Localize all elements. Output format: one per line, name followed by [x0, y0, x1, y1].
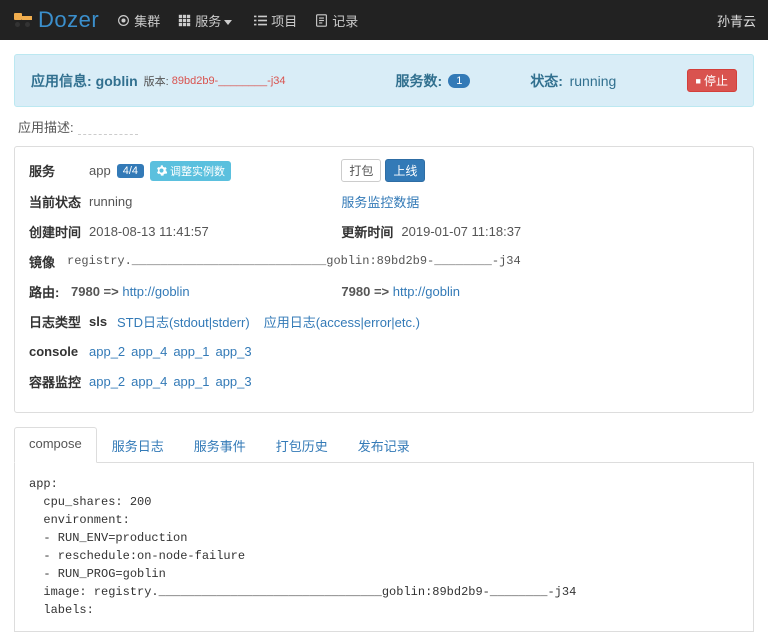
instance-badge: 4/4	[117, 164, 144, 178]
image-label: 镜像	[29, 252, 67, 271]
app-description-row: 应用描述:	[18, 117, 750, 136]
description-label: 应用描述:	[18, 117, 74, 136]
grid-icon	[178, 14, 191, 27]
monitor-link[interactable]: app_4	[131, 374, 167, 389]
truck-icon	[12, 11, 34, 29]
status-value: running	[89, 194, 132, 209]
version-label: 版本:	[144, 73, 169, 89]
updated-label: 更新时间	[341, 222, 401, 241]
file-icon	[315, 14, 328, 27]
app-name: goblin	[96, 73, 138, 89]
route2-link[interactable]: http://goblin	[393, 284, 460, 299]
route1-port: 7980 =>	[71, 284, 119, 299]
console-link[interactable]: app_2	[89, 344, 125, 359]
app-info-bar: 应用信息: goblin 版本: 89bd2b9-________-j34 服务…	[14, 54, 754, 107]
service-name: app	[89, 163, 111, 178]
route-label: 路由:	[29, 282, 71, 301]
service-label: 服务	[29, 161, 89, 180]
tab-release-log[interactable]: 发布记录	[343, 427, 425, 463]
tabs-container: compose 服务日志 服务事件 打包历史 发布记录 app: cpu_sha…	[14, 427, 754, 632]
gear-icon	[156, 165, 167, 176]
console-label: console	[29, 344, 89, 359]
monitor-link[interactable]: app_2	[89, 374, 125, 389]
log-type-label: 日志类型	[29, 312, 89, 331]
monitor-link[interactable]: app_3	[215, 374, 251, 389]
updated-value: 2019-01-07 11:18:37	[401, 224, 521, 239]
tab-pack-history[interactable]: 打包历史	[261, 427, 343, 463]
console-link[interactable]: app_4	[131, 344, 167, 359]
brand-text: Dozer	[38, 7, 99, 33]
console-link[interactable]: app_1	[173, 344, 209, 359]
brand[interactable]: Dozer	[12, 7, 99, 33]
app-log-link[interactable]: 应用日志(access|error|etc.)	[264, 312, 420, 331]
list-icon	[254, 14, 267, 27]
nav-cluster[interactable]: 集群	[117, 11, 160, 30]
monitor-link[interactable]: app_1	[173, 374, 209, 389]
state-value: running	[570, 73, 617, 89]
created-value: 2018-08-13 11:41:57	[89, 224, 209, 239]
service-count-badge: 1	[448, 74, 470, 88]
adjust-instances-button[interactable]: 调整实例数	[150, 161, 231, 181]
log-type-value: sls	[89, 314, 117, 329]
console-link[interactable]: app_3	[215, 344, 251, 359]
tab-service-events[interactable]: 服务事件	[179, 427, 261, 463]
tab-compose[interactable]: compose	[14, 427, 97, 463]
version-value: 89bd2b9-________-j34	[172, 75, 286, 87]
compose-content: app: cpu_shares: 200 environment: - RUN_…	[14, 463, 754, 632]
nav-records[interactable]: 记录	[315, 11, 358, 30]
description-field[interactable]	[78, 119, 138, 135]
std-log-link[interactable]: STD日志(stdout|stderr)	[117, 312, 250, 331]
route1-link[interactable]: http://goblin	[122, 284, 189, 299]
nav-user[interactable]: 孙青云	[717, 11, 756, 30]
state-label: 状态:	[530, 73, 563, 89]
nav-services[interactable]: 服务	[178, 11, 236, 30]
status-label: 当前状态	[29, 192, 89, 211]
tabs: compose 服务日志 服务事件 打包历史 发布记录	[14, 427, 754, 463]
monitor-link[interactable]: 服务监控数据	[341, 192, 419, 211]
deploy-button[interactable]: 上线	[385, 159, 425, 182]
stop-button[interactable]: 停止	[687, 69, 737, 92]
created-label: 创建时间	[29, 222, 89, 241]
route2-port: 7980 =>	[341, 284, 389, 299]
caret-down-icon	[224, 13, 236, 28]
service-count-label: 服务数:	[396, 71, 443, 91]
nav-projects[interactable]: 项目	[254, 11, 297, 30]
tab-service-log[interactable]: 服务日志	[97, 427, 179, 463]
container-monitor-label: 容器监控	[29, 372, 89, 391]
app-info-label: 应用信息:	[31, 71, 92, 91]
navbar: Dozer 集群 服务 项目 记录 孙青云	[0, 0, 768, 40]
image-value: registry.___________________________gobl…	[67, 254, 521, 268]
target-icon	[117, 14, 130, 27]
service-panel: 服务 app 4/4 调整实例数 打包 上线 当前状态 running 服务监控…	[14, 146, 754, 413]
pack-button[interactable]: 打包	[341, 159, 381, 182]
